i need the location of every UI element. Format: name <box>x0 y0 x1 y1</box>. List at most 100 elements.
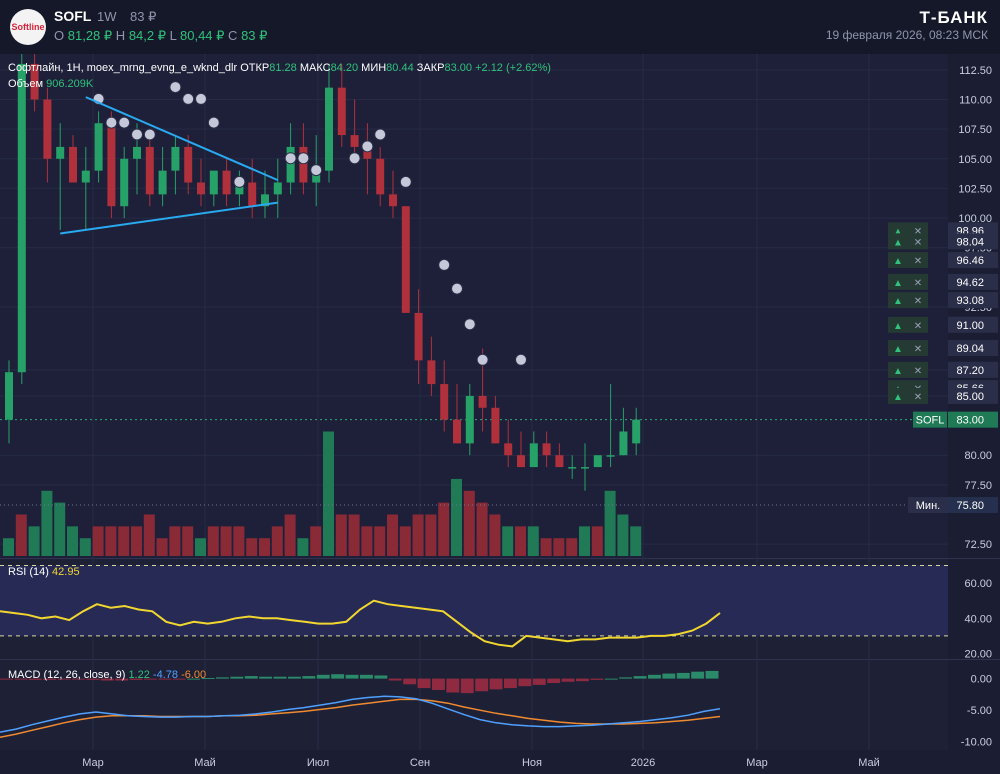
alert-bell-icon: ▲ <box>893 392 903 403</box>
x-tick-label: Ноя <box>522 757 542 769</box>
rsi-value: 42.95 <box>52 566 80 578</box>
alert-price-label: 96.46 <box>956 255 984 267</box>
candle-body <box>145 146 154 195</box>
candle-body <box>504 443 513 456</box>
close-label: C <box>228 28 238 43</box>
macd-histogram-bar <box>259 676 273 679</box>
volume-bar <box>617 514 629 556</box>
low-label: L <box>169 28 177 43</box>
volume-bar <box>105 526 117 556</box>
event-marker-icon <box>451 282 463 295</box>
candle-body <box>69 146 77 183</box>
volume-bar <box>118 526 130 556</box>
alert-close-icon: ✕ <box>914 366 922 377</box>
macd-histogram-bar <box>388 678 402 681</box>
ohlc-summary: O 81,28 ₽ H 84,2 ₽ L 80,44 ₽ C 83 ₽ <box>54 28 267 44</box>
alert-bell-icon: ▲ <box>893 237 903 248</box>
rsi-legend: RSI (14) 42.95 <box>8 566 80 578</box>
macd-histogram-bar <box>374 675 388 679</box>
y-tick-label: 107.50 <box>958 124 992 136</box>
alert-price-label: 91.00 <box>956 320 984 332</box>
volume-bar <box>246 538 258 556</box>
macd-histogram-bar <box>360 674 373 679</box>
min-tag-label: Мин. <box>916 500 940 512</box>
alert-close-icon: ✕ <box>914 256 922 267</box>
alert-bell-icon: ▲ <box>893 278 903 289</box>
high-value: 84,2 ₽ <box>128 28 166 43</box>
volume-bar <box>233 526 245 556</box>
timeframe-label[interactable]: 1W <box>97 9 117 24</box>
macd-histogram-bar <box>504 678 517 689</box>
candle-body <box>389 194 397 207</box>
legend-low-value: 80.44 <box>386 62 414 74</box>
event-marker-icon <box>476 353 489 366</box>
macd-histogram-bar <box>345 674 359 679</box>
alert-close-icon: ✕ <box>914 344 922 355</box>
y-tick-label: 80.00 <box>964 450 992 462</box>
candle-body <box>568 467 577 469</box>
legend-high-label: МАКС <box>299 62 331 74</box>
alert-price-label: 87.20 <box>956 365 984 377</box>
macd-value: -4.78 <box>152 669 178 681</box>
softline-logo[interactable]: Softline <box>10 9 46 45</box>
brand-logo: Т‑БАНК <box>919 8 988 27</box>
volume-bar <box>361 526 373 556</box>
event-marker-icon <box>143 128 156 141</box>
candle-body <box>337 87 346 136</box>
event-marker-icon <box>131 128 143 141</box>
legend-change: +2.12 (+2.62%) <box>475 62 551 74</box>
volume-label: Объем <box>8 78 44 90</box>
candle-body <box>133 146 141 159</box>
alert-price-label: 89.04 <box>956 343 984 355</box>
legend-open-label: ОТКР <box>240 62 270 74</box>
min-tag-value: 75.80 <box>956 500 984 512</box>
volume-bar <box>28 526 40 556</box>
event-marker-icon <box>297 152 310 165</box>
volume-bar <box>515 526 526 556</box>
alert-price-label: 98.04 <box>956 236 984 248</box>
volume-bar <box>412 514 424 556</box>
y-tick-label: 112.50 <box>959 65 992 77</box>
volume-bar <box>92 526 104 556</box>
volume-bar <box>131 526 142 556</box>
datetime: 19 февраля 2026, 08:23 МСК <box>825 28 988 42</box>
top-bar: Softline SOFL 1W 83 ₽ O 81,28 ₽ H 84,2 ₽… <box>0 0 1000 54</box>
y-tick-label: 105.00 <box>958 154 992 166</box>
candle-body <box>542 443 551 456</box>
candle-body <box>120 158 129 207</box>
candle-body <box>593 455 602 468</box>
volume-bar <box>451 478 462 556</box>
volume-bar <box>143 514 155 556</box>
candle-body <box>184 146 193 183</box>
candle-body <box>94 123 103 171</box>
candle-body <box>171 146 180 171</box>
alert-bell-icon: ▲ <box>893 366 903 377</box>
alert-close-icon: ✕ <box>914 296 922 307</box>
candle-body <box>517 455 525 468</box>
macd-tick-label: -10.00 <box>961 737 992 749</box>
alert-bell-icon: ▲ <box>893 344 903 355</box>
ticker-symbol[interactable]: SOFL <box>54 8 91 24</box>
event-marker-icon <box>374 128 387 141</box>
legend-symbol: Софтлайн, 1H, moex_mrng_evng_e_wknd_dlr <box>8 62 238 74</box>
volume-bar <box>41 490 53 556</box>
macd-histogram-bar <box>288 676 301 679</box>
x-tick-label: Мар <box>82 757 104 769</box>
macd-histogram-bar <box>230 676 244 679</box>
candle-body <box>478 395 487 408</box>
high-label: H <box>115 28 126 43</box>
candle-body <box>43 99 52 159</box>
macd-histogram-bar <box>532 678 546 685</box>
volume-bar <box>476 502 488 556</box>
macd-histogram-bar <box>662 673 676 679</box>
candle-body <box>491 407 500 444</box>
open-value: 81,28 ₽ <box>67 28 113 43</box>
volume-bar <box>195 538 206 556</box>
candle-body <box>427 360 436 385</box>
y-tick-label: 77.50 <box>964 480 992 492</box>
candle-body <box>350 135 359 147</box>
event-marker-icon <box>348 152 361 165</box>
macd-tick-label: 0.00 <box>971 674 992 686</box>
volume-bar <box>630 526 642 556</box>
price-chart[interactable]: 112.50110.00107.50105.00102.50100.0097.5… <box>0 54 1000 774</box>
